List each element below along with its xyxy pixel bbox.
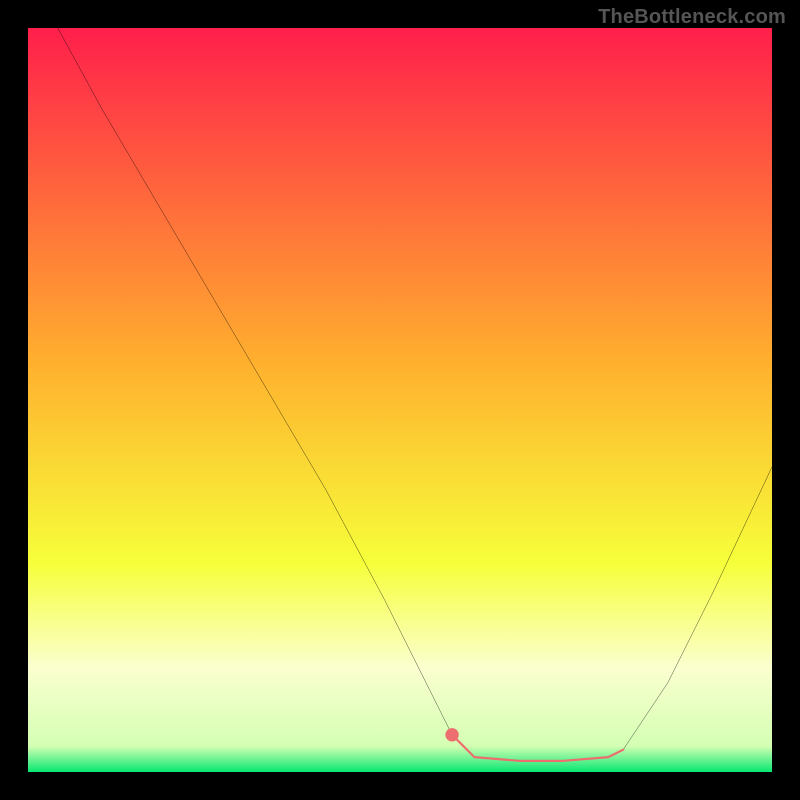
bottleneck-chart <box>28 28 772 772</box>
chart-frame: TheBottleneck.com <box>0 0 800 800</box>
optimal-start-dot <box>445 728 458 741</box>
watermark-text: TheBottleneck.com <box>598 6 786 29</box>
gradient-background <box>28 28 772 772</box>
